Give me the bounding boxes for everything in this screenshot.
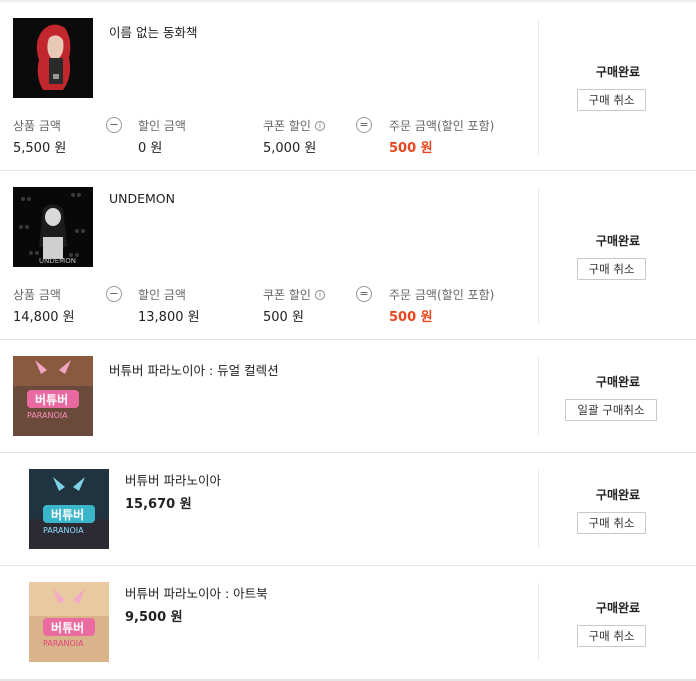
status-column: 구매완료 구매 취소: [538, 188, 696, 324]
order-amount-value: 500 원: [389, 141, 433, 156]
minus-icon: −: [106, 286, 122, 302]
svg-text:버튜버: 버튜버: [51, 507, 84, 522]
bulk-cancel-button[interactable]: 일괄 구매취소: [565, 399, 657, 421]
status-column: 구매완료 구매 취소: [538, 19, 696, 155]
status-column: 구매완료 일괄 구매취소: [538, 357, 696, 435]
product-title[interactable]: 버튜버 파라노이아 : 듀얼 컬렉션: [109, 360, 279, 379]
equals-icon: =: [356, 286, 372, 302]
product-title[interactable]: UNDEMON: [109, 191, 175, 206]
product-thumbnail[interactable]: 버튜버 PARANOIA: [29, 582, 109, 662]
purchase-status: 구매완료: [595, 488, 641, 502]
svg-text:UNDEMON: UNDEMON: [39, 257, 76, 265]
discount-amount-label: 할인 금액: [138, 119, 186, 133]
order-item-bundle: 버튜버 PARANOIA 버튜버 파라노이아 : 듀얼 컬렉션 구매완료 일괄 …: [0, 340, 696, 453]
coupon-discount-label: 쿠폰 할인 i: [263, 117, 325, 134]
cancel-purchase-button[interactable]: 구매 취소: [577, 625, 646, 647]
order-amount-label: 주문 금액(할인 포함): [389, 119, 495, 133]
equals-icon: =: [356, 117, 372, 133]
cancel-purchase-button[interactable]: 구매 취소: [577, 512, 646, 534]
order-amount-value: 500 원: [389, 310, 433, 325]
svg-text:PARANOIA: PARANOIA: [43, 526, 84, 535]
svg-text:PARANOIA: PARANOIA: [27, 411, 68, 420]
order-amount-label: 주문 금액(할인 포함): [389, 288, 495, 302]
order-item: 이름 없는 동화책 상품 금액 5,500 원 − 할인 금액 0 원 쿠폰 할…: [0, 2, 696, 171]
purchase-status: 구매완료: [595, 375, 641, 389]
svg-text:버튜버: 버튜버: [51, 620, 84, 635]
product-title[interactable]: 버튜버 파라노이아 : 아트북: [125, 583, 268, 602]
product-title[interactable]: 버튜버 파라노이아: [125, 470, 221, 489]
product-amount-value: 14,800 원: [13, 310, 75, 325]
status-column: 구매완료 구매 취소: [538, 470, 696, 548]
info-icon[interactable]: i: [314, 121, 325, 131]
purchase-status: 구매완료: [595, 65, 641, 79]
purchase-status: 구매완료: [595, 601, 641, 615]
info-icon[interactable]: i: [314, 290, 325, 300]
order-item-child: 버튜버 PARANOIA 버튜버 파라노이아 : 아트북 9,500 원 구매완…: [0, 566, 696, 681]
product-amount-label: 상품 금액: [13, 119, 61, 133]
minus-icon: −: [106, 117, 122, 133]
product-price: 15,670 원: [125, 497, 192, 512]
product-price: 9,500 원: [125, 610, 183, 625]
product-amount-label: 상품 금액: [13, 288, 61, 302]
order-item: UNDEMON UNDEMON 상품 금액 14,800 원 − 할인 금액 1…: [0, 171, 696, 340]
coupon-discount-value: 500 원: [263, 310, 304, 325]
svg-text:버튜버: 버튜버: [35, 392, 68, 407]
svg-text:PARANOIA: PARANOIA: [43, 639, 84, 648]
discount-amount-value: 13,800 원: [138, 310, 200, 325]
product-thumbnail[interactable]: [13, 18, 93, 98]
coupon-discount-label: 쿠폰 할인 i: [263, 286, 325, 303]
coupon-discount-text: 쿠폰 할인: [263, 288, 311, 302]
discount-amount-label: 할인 금액: [138, 288, 186, 302]
product-thumbnail[interactable]: 버튜버 PARANOIA: [29, 469, 109, 549]
order-item-child: 버튜버 PARANOIA 버튜버 파라노이아 15,670 원 구매완료 구매 …: [0, 453, 696, 566]
coupon-discount-value: 5,000 원: [263, 141, 317, 156]
cancel-purchase-button[interactable]: 구매 취소: [577, 258, 646, 280]
product-title[interactable]: 이름 없는 동화책: [109, 22, 197, 41]
coupon-discount-text: 쿠폰 할인: [263, 119, 311, 133]
cancel-purchase-button[interactable]: 구매 취소: [577, 89, 646, 111]
product-amount-value: 5,500 원: [13, 141, 67, 156]
status-column: 구매완료 구매 취소: [538, 583, 696, 661]
product-thumbnail[interactable]: 버튜버 PARANOIA: [13, 356, 93, 436]
discount-amount-value: 0 원: [138, 141, 163, 156]
purchase-status: 구매완료: [595, 234, 641, 248]
product-thumbnail[interactable]: UNDEMON: [13, 187, 93, 267]
